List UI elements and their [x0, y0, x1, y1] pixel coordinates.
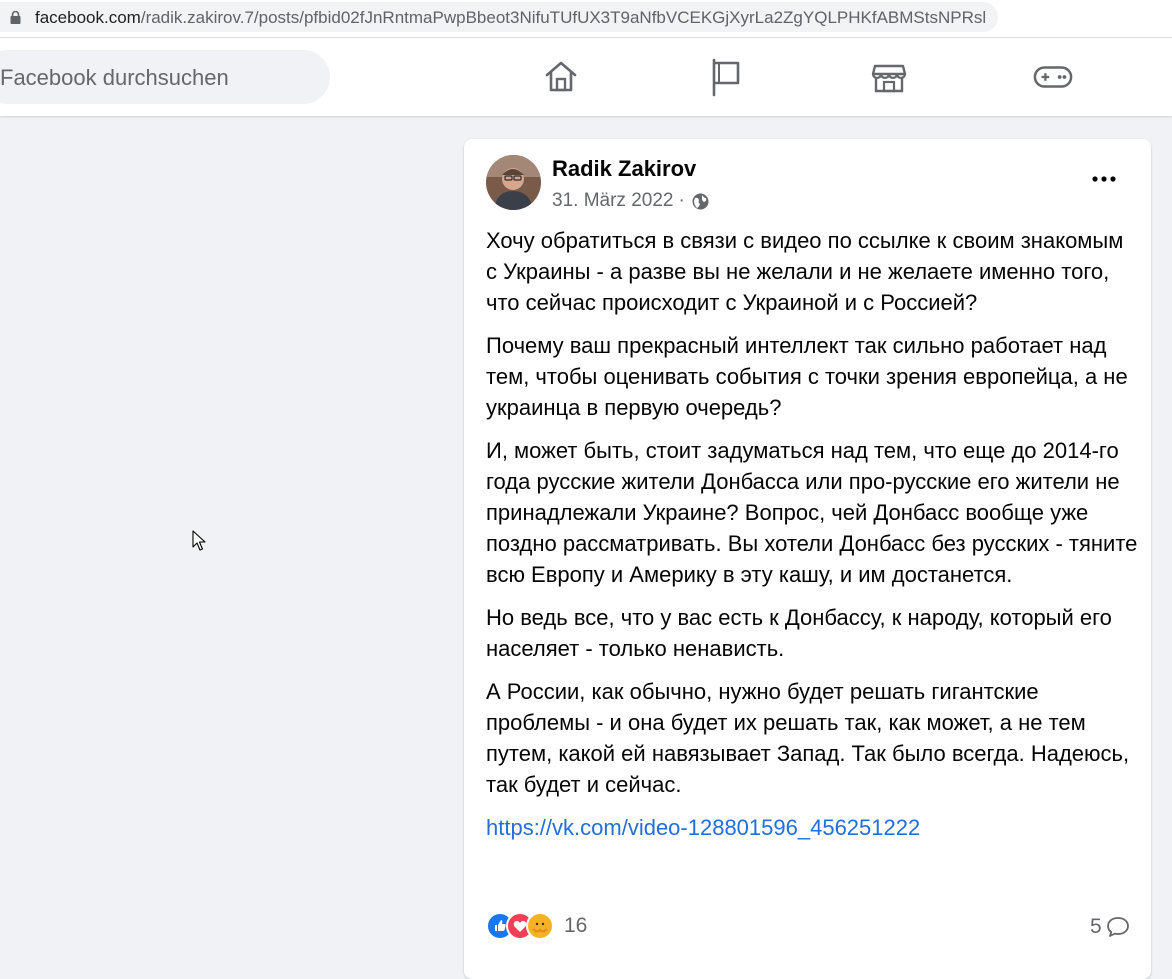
marketplace-icon[interactable]	[869, 57, 909, 97]
more-options-icon[interactable]	[1084, 161, 1124, 197]
comment-count: 5	[1090, 915, 1102, 938]
comment-summary[interactable]: 5	[1090, 915, 1130, 939]
post-body: Хочу обратиться в связи с видео по ссылк…	[486, 225, 1138, 843]
post-link-paragraph: https://vk.com/video-128801596_456251222	[486, 812, 1138, 843]
url-path: /radik.zakirov.7/posts/pfbid02fJnRntmaPw…	[140, 8, 987, 27]
post-paragraph: Но ведь все, что у вас есть к Донбассу, …	[486, 605, 1112, 661]
video-link[interactable]: https://vk.com/video-128801596_456251222	[486, 815, 920, 840]
post-meta: 31. März 2022 ·	[552, 189, 709, 213]
care-reaction-icon	[526, 912, 554, 940]
meta-separator: ·	[678, 190, 685, 211]
url-host: facebook.com	[35, 8, 141, 27]
post-card: Radik Zakirov 31. März 2022 · Хочу обрат…	[464, 139, 1151, 979]
pages-flag-icon[interactable]	[705, 57, 745, 97]
post-paragraph: А России, как обычно, нужно будет решать…	[486, 679, 1130, 797]
globe-icon[interactable]	[692, 193, 709, 210]
search-input[interactable]	[0, 50, 322, 106]
mouse-cursor-icon	[192, 530, 206, 551]
search-box	[0, 50, 330, 106]
gaming-icon[interactable]	[1033, 57, 1073, 97]
post-date[interactable]: 31. März 2022	[552, 189, 673, 213]
post-paragraph: Хочу обратиться в связи с видео по ссылк…	[486, 228, 1124, 315]
lock-icon	[10, 11, 21, 24]
top-navigation	[0, 38, 1172, 116]
post-paragraph: И, может быть, стоит задуматься над тем,…	[486, 438, 1138, 587]
reaction-count[interactable]: 16	[564, 914, 587, 938]
browser-address-bar: facebook.com/radik.zakirov.7/posts/pfbid…	[0, 0, 1172, 38]
avatar[interactable]	[486, 155, 541, 210]
post-paragraph: Почему ваш прекрасный интеллект так силь…	[486, 333, 1128, 420]
comment-icon	[1106, 917, 1129, 937]
reaction-summary[interactable]: 16	[486, 912, 587, 940]
url-field[interactable]: facebook.com/radik.zakirov.7/posts/pfbid…	[0, 2, 998, 32]
url-text: facebook.com/radik.zakirov.7/posts/pfbid…	[35, 7, 986, 29]
home-icon[interactable]	[541, 57, 581, 97]
post-author[interactable]: Radik Zakirov	[552, 156, 696, 182]
